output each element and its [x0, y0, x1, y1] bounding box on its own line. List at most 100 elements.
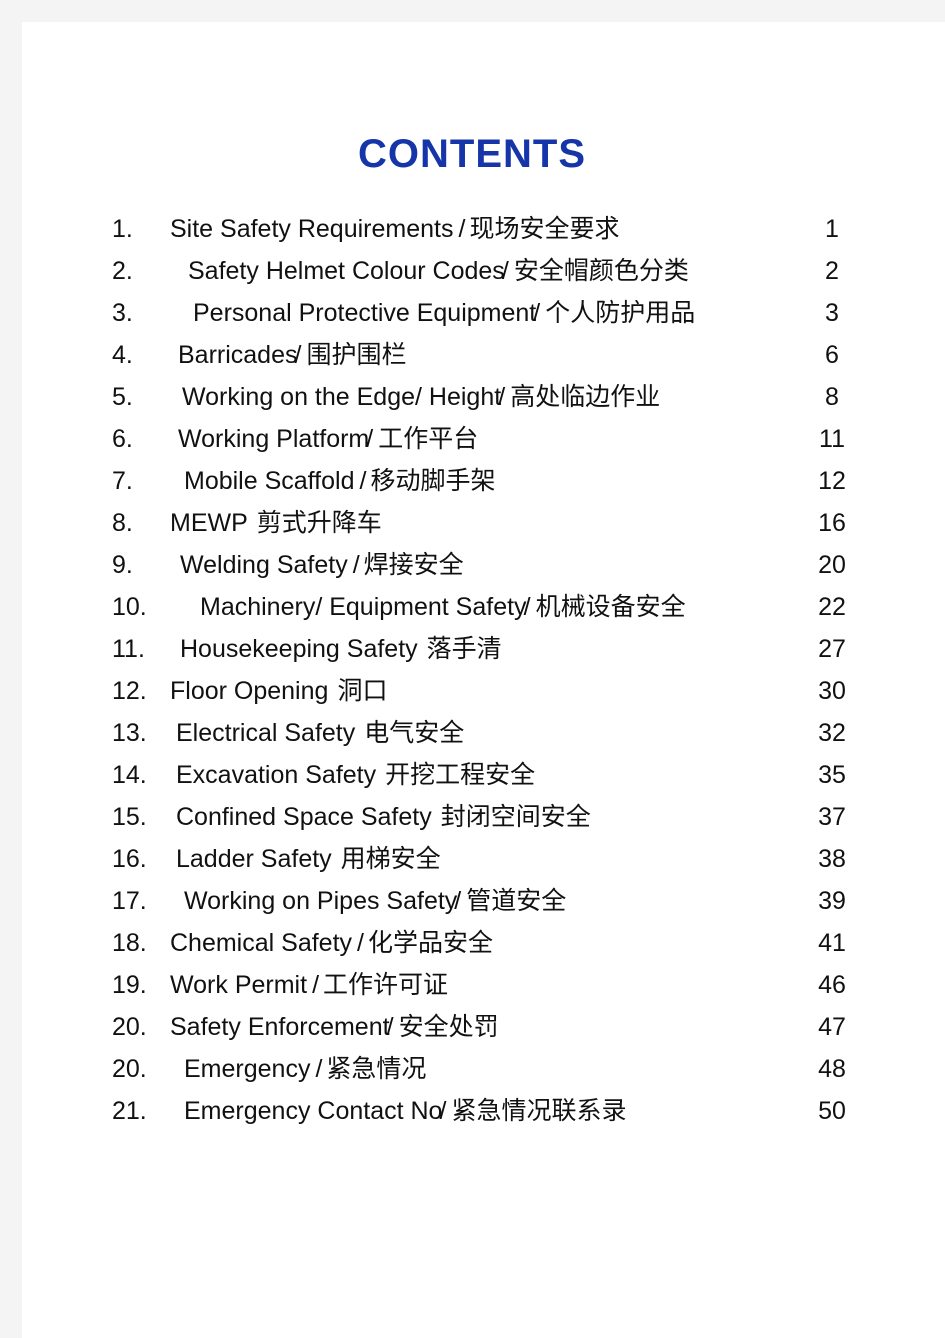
toc-entry[interactable]: 4. Barricades/围护围栏 6 — [22, 334, 945, 376]
toc-entry-label-zh: 工作平台 — [378, 424, 479, 453]
toc-entry-number: 3. — [112, 299, 133, 327]
toc-entry-label: Machinery/ Equipment Safety/机械设备安全 — [200, 592, 686, 621]
toc-entry-number: 7. — [112, 467, 133, 495]
toc-entry-label-en: Chemical Safety — [170, 929, 353, 957]
toc-entry-label: Housekeeping Safety 落手清 — [180, 628, 502, 670]
toc-entry[interactable]: 2. Safety Helmet Colour Codes/安全帽颜色分类 2 — [22, 250, 945, 292]
toc-entry-page-number: 6 — [825, 341, 839, 369]
toc-entry-label-en: Confined Space Safety — [176, 803, 432, 831]
toc-entry-separator: / — [458, 215, 466, 243]
toc-entry-number: 9. — [112, 551, 133, 579]
toc-entry-label-zh: 开挖工程安全 — [385, 760, 536, 789]
toc-entry[interactable]: 13. Electrical Safety 电气安全 32 — [22, 712, 945, 754]
toc-entry-label: MEWP 剪式升降车 — [170, 502, 382, 544]
toc-entry-number: 17. — [112, 887, 147, 915]
toc-entry-number: 20. — [112, 1013, 147, 1041]
toc-entry[interactable]: 20. Emergency / 紧急情况 48 — [22, 1048, 945, 1090]
toc-entry-label: Emergency Contact No/紧急情况联系录 — [184, 1096, 627, 1125]
toc-entry-label: Safety Enforcement/安全处罚 — [170, 1012, 499, 1041]
toc-entry-page-number: 38 — [818, 845, 846, 873]
toc-entry-label-en: Working on the Edge/ Height — [182, 383, 502, 411]
toc-entry[interactable]: 20. Safety Enforcement/安全处罚 47 — [22, 1006, 945, 1048]
toc-entry-label: Emergency / 紧急情况 — [184, 1048, 426, 1090]
toc-entry-label-zh: 现场安全要求 — [469, 214, 620, 243]
toc-entry[interactable]: 9. Welding Safety / 焊接安全 20 — [22, 544, 945, 586]
toc-entry-number: 6. — [112, 425, 133, 453]
toc-entry-page-number: 32 — [818, 719, 846, 747]
toc-entry[interactable]: 12. Floor Opening 洞口 30 — [22, 670, 945, 712]
toc-entry-page-number: 2 — [825, 257, 839, 285]
toc-entry-number: 2. — [112, 257, 133, 285]
toc-entry-label: Work Permit / 工作许可证 — [170, 964, 448, 1006]
toc-entry-label-zh: 机械设备安全 — [535, 592, 686, 621]
toc-entry-label-en: Excavation Safety — [176, 761, 377, 789]
toc-entry[interactable]: 7. Mobile Scaffold / 移动脚手架 12 — [22, 460, 945, 502]
toc-entry-label-zh: 安全帽颜色分类 — [513, 256, 689, 285]
toc-entry-label-en: Site Safety Requirements — [170, 215, 454, 243]
toc-entry[interactable]: 1. Site Safety Requirements / 现场安全要求 1 — [22, 208, 945, 250]
toc-entry-label: Working on Pipes Safety/管道安全 — [184, 886, 567, 915]
toc-entry[interactable]: 18. Chemical Safety / 化学品安全 41 — [22, 922, 945, 964]
toc-entry-page-number: 37 — [818, 803, 846, 831]
toc-entry-page-number: 27 — [818, 635, 846, 663]
toc-entry[interactable]: 17. Working on Pipes Safety/管道安全 39 — [22, 880, 945, 922]
toc-entry[interactable]: 10. Machinery/ Equipment Safety/机械设备安全 22 — [22, 586, 945, 628]
toc-entry-label-zh: 工作许可证 — [323, 970, 449, 999]
toc-entry-label-en: Safety Helmet Colour Codes — [188, 257, 505, 285]
toc-entry-number: 12. — [112, 677, 147, 705]
toc-entry[interactable]: 16. Ladder Safety 用梯安全 38 — [22, 838, 945, 880]
toc-entry-label: Personal Protective Equipment/个人防护用品 — [193, 298, 696, 327]
toc-entry-number: 10. — [112, 593, 147, 621]
toc-entry-label-zh: 围护围栏 — [306, 340, 407, 369]
toc-entry-label: Chemical Safety / 化学品安全 — [170, 922, 493, 964]
toc-entry-label: Electrical Safety 电气安全 — [176, 712, 464, 754]
toc-entry[interactable]: 11. Housekeeping Safety 落手清 27 — [22, 628, 945, 670]
toc-entry[interactable]: 19. Work Permit / 工作许可证 46 — [22, 964, 945, 1006]
table-of-contents-list: 1. Site Safety Requirements / 现场安全要求 1 2. Safe… — [22, 208, 945, 1132]
toc-entry-label-zh: 安全处罚 — [398, 1012, 499, 1041]
toc-entry[interactable]: 5. Working on the Edge/ Height/高处临边作业 8 — [22, 376, 945, 418]
toc-entry-label-en: Personal Protective Equipment — [193, 299, 537, 327]
toc-entry-page-number: 8 — [825, 383, 839, 411]
toc-entry-page-number: 35 — [818, 761, 846, 789]
toc-entry-page-number: 30 — [818, 677, 846, 705]
toc-entry-page-number: 12 — [818, 467, 846, 495]
toc-entry-separator: / — [359, 467, 367, 495]
toc-entry-label: Safety Helmet Colour Codes/安全帽颜色分类 — [188, 256, 689, 285]
toc-entry[interactable]: 8. MEWP 剪式升降车 16 — [22, 502, 945, 544]
toc-entry-page-number: 39 — [818, 887, 846, 915]
toc-entry-separator: / — [357, 929, 364, 957]
toc-entry-label-en: Welding Safety — [180, 551, 348, 579]
toc-entry-page-number: 41 — [818, 929, 846, 957]
toc-entry-label: Floor Opening 洞口 — [170, 670, 387, 712]
toc-entry-page-number: 3 — [825, 299, 839, 327]
toc-entry-label: Welding Safety / 焊接安全 — [180, 544, 464, 586]
toc-entry[interactable]: 14. Excavation Safety 开挖工程安全 35 — [22, 754, 945, 796]
page-title: CONTENTS — [358, 132, 586, 176]
toc-entry-label: Excavation Safety 开挖工程安全 — [176, 754, 535, 796]
toc-entry[interactable]: 6. Working Platform/工作平台 11 — [22, 418, 945, 460]
toc-entry-label-en: Work Permit — [170, 971, 308, 999]
toc-entry-label-zh: 移动脚手架 — [370, 466, 496, 495]
toc-entry-number: 11. — [112, 635, 145, 663]
toc-entry-page-number: 16 — [818, 509, 846, 537]
toc-entry-label-en: Emergency Contact No — [184, 1097, 443, 1125]
toc-entry-label-en: Barricades — [178, 341, 298, 369]
toc-entry[interactable]: 15. Confined Space Safety 封闭空间安全 37 — [22, 796, 945, 838]
toc-entry-page-number: 11 — [819, 425, 845, 453]
toc-entry-label: Ladder Safety 用梯安全 — [176, 838, 441, 880]
toc-entry-label-zh: 洞口 — [337, 676, 388, 705]
toc-entry-label-zh: 个人防护用品 — [545, 298, 696, 327]
toc-entry-label-en: Mobile Scaffold — [184, 467, 355, 495]
toc-entry-number: 5. — [112, 383, 133, 411]
toc-entry-label-zh: 化学品安全 — [367, 928, 493, 957]
toc-entry[interactable]: 21. Emergency Contact No/紧急情况联系录 50 — [22, 1090, 945, 1132]
toc-entry-number: 18. — [112, 929, 147, 957]
toc-entry-page-number: 46 — [818, 971, 846, 999]
toc-entry-label-zh: 电气安全 — [364, 718, 465, 747]
toc-entry[interactable]: 3. Personal Protective Equipment/个人防护用品 3 — [22, 292, 945, 334]
toc-entry-label-en: Electrical Safety — [176, 719, 356, 747]
toc-entry-label: Confined Space Safety 封闭空间安全 — [176, 796, 591, 838]
toc-entry-label: Mobile Scaffold / 移动脚手架 — [184, 460, 495, 502]
toc-entry-label-en: Safety Enforcement — [170, 1013, 390, 1041]
